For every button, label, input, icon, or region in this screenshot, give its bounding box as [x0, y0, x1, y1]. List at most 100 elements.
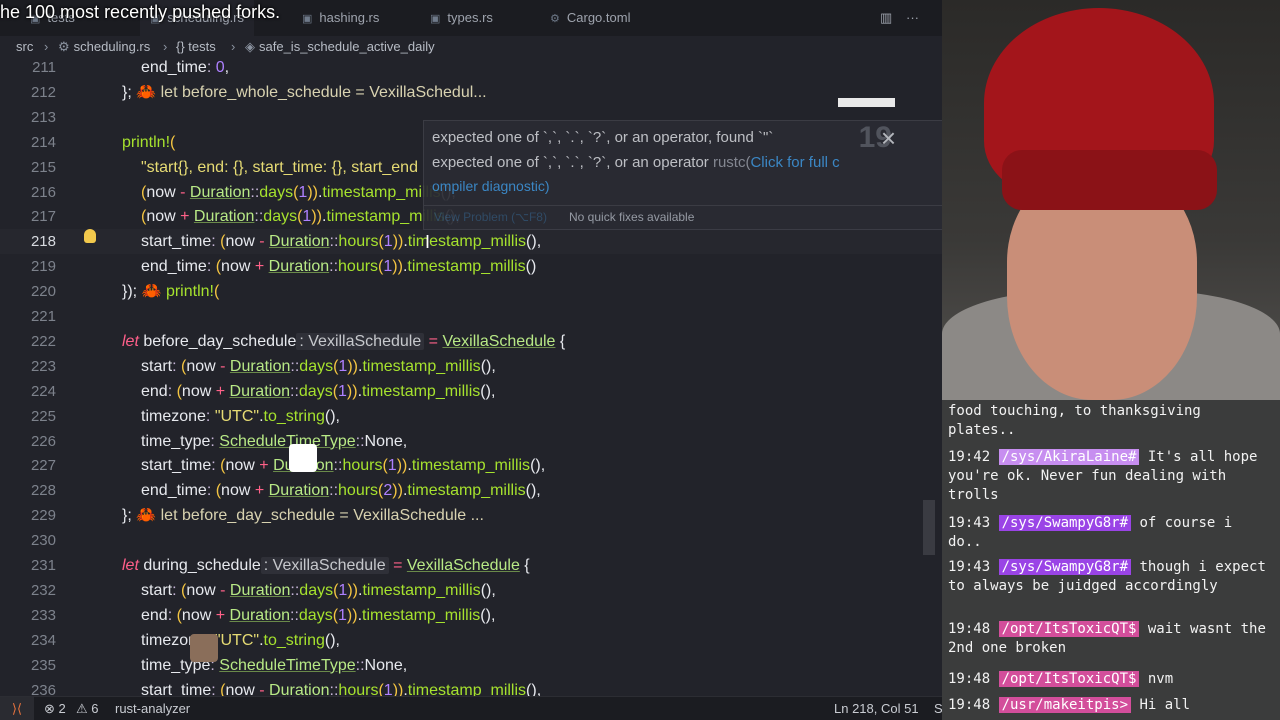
code-token: + [215, 606, 230, 624]
code-token: - [220, 581, 230, 599]
line-number: 226 [30, 432, 56, 450]
code-token: : [167, 606, 177, 624]
code-token: (), [324, 631, 340, 649]
close-icon[interactable]: × [881, 123, 896, 154]
code-line[interactable]: 230 [0, 528, 942, 553]
code-token: 1 [338, 382, 347, 400]
code-token: to_string [263, 407, 325, 425]
code-line[interactable]: 227start_time: (now + Duration::hours(1)… [0, 453, 942, 478]
code-token: hours [338, 233, 379, 251]
status-extra: S [934, 701, 942, 716]
code-token: timestamp_millis [362, 357, 481, 375]
line-number: 232 [30, 581, 56, 599]
chat-username[interactable]: /sys/SwampyG8r# [998, 515, 1132, 531]
lightbulb-icon[interactable] [84, 229, 96, 243]
tab-types[interactable]: ▣ types.rs [420, 0, 503, 36]
cursor-position[interactable]: Ln 218, Col 51 [834, 697, 919, 720]
line-number: 234 [30, 631, 56, 649]
language-server-status[interactable]: rust-analyzer [115, 697, 190, 720]
code-token: now [146, 183, 181, 201]
code-token: : VexillaSchedule [296, 332, 425, 350]
tab-hashing[interactable]: ▣ hashing.rs [292, 0, 389, 36]
code-token: 🦀 [131, 83, 161, 101]
code-text: end: (now + Duration::days(1)).timestamp… [141, 379, 495, 404]
code-token: ScheduleTimeType [219, 656, 356, 674]
chat-username[interactable]: /usr/makeitpis> [998, 697, 1132, 713]
line-number: 230 [30, 532, 56, 550]
line-number: 235 [30, 656, 56, 674]
code-line[interactable]: 235 time_type: ScheduleTimeType::None, [0, 653, 942, 678]
code-token: days [263, 208, 298, 226]
code-token: + [254, 258, 269, 276]
warnings-indicator[interactable]: ⚠ 6 [76, 697, 99, 720]
errors-indicator[interactable]: ⊗ 2 [44, 697, 66, 720]
code-line[interactable]: 231 let during_schedule: VexillaSchedule … [0, 553, 942, 578]
code-token: None, [364, 432, 408, 450]
code-token: - [180, 183, 190, 201]
line-number: 217 [30, 208, 56, 226]
code-token: now [221, 258, 255, 276]
code-token: :: [355, 432, 365, 450]
chat-username[interactable]: /opt/ItsToxicQT$ [998, 671, 1140, 687]
code-token: - [220, 357, 230, 375]
chat-avatar-badge [190, 634, 218, 662]
code-text: (now + Duration::days(1)).timestamp_mill… [141, 204, 460, 229]
code-line[interactable]: 225 timezone: "UTC".to_string(), [0, 404, 942, 429]
code-line[interactable]: 226 time_type: ScheduleTimeType::None, [0, 429, 942, 454]
code-token: now [225, 233, 260, 251]
code-token: : [172, 581, 182, 599]
code-token: start_time [141, 457, 212, 475]
code-token: end_time [141, 59, 207, 76]
chat-username[interactable]: /sys/AkiraLaine# [998, 449, 1140, 465]
code-line[interactable]: 211 end_time: 0, [0, 55, 942, 80]
code-line[interactable]: 218 start_time: (now - Duration::hours(1)… [0, 229, 942, 255]
code-token: + [215, 382, 230, 400]
code-token: (), [525, 482, 541, 500]
full-diagnostic-link-cont[interactable]: ompiler diagnostic) [432, 178, 550, 194]
code-token: VexillaSchedule [406, 557, 520, 574]
code-line[interactable]: 212}; 🦀 let before_whole_schedule = Vexi… [0, 80, 942, 105]
hover-message: expected one of `,`, `.`, `?`, or an ope… [432, 129, 774, 146]
code-line[interactable]: 221 [0, 304, 942, 329]
code-text: time_type: ScheduleTimeType::None, [141, 429, 407, 454]
line-number: 214 [30, 133, 56, 151]
chat-message: 19:48 /opt/ItsToxicQT$ wait wasnt the 2n… [948, 620, 1274, 658]
remote-icon[interactable]: ⟩⟨ [0, 697, 34, 720]
code-token: }); [122, 283, 138, 301]
code-token: (), [480, 382, 496, 400]
code-line[interactable]: 224 end: (now + Duration::days(1)).timest… [0, 379, 942, 404]
code-line[interactable]: 228 end_time: (now + Duration::hours(2)).… [0, 478, 942, 503]
code-token: Duration [193, 208, 255, 226]
code-token: end_time [141, 258, 207, 276]
full-diagnostic-link[interactable]: Click for full c [750, 154, 839, 171]
chat-username[interactable]: /sys/SwampyG8r# [998, 559, 1132, 575]
code-token: : [210, 432, 220, 450]
code-token: }; [122, 507, 132, 525]
chat-text: food touching, to thanksgiving plates.. [948, 403, 1201, 438]
line-number: 218 [30, 233, 56, 251]
code-line[interactable]: 229}; 🦀 let before_day_schedule = Vexill… [0, 503, 942, 528]
tab-cargo-toml[interactable]: ⚙ Cargo.toml [540, 0, 640, 36]
code-line[interactable]: 232 start: (now - Duration::days(1)).time… [0, 578, 942, 603]
code-line[interactable]: 222 let before_day_schedule: VexillaSched… [0, 329, 942, 354]
code-token: ScheduleTimeType [219, 432, 356, 450]
code-line[interactable]: 219 end_time: (now + Duration::hours(1)).… [0, 254, 942, 279]
more-actions-icon[interactable]: ··· [906, 10, 919, 25]
scrollbar-thumb[interactable] [923, 500, 935, 555]
code-token: days [299, 581, 334, 599]
chat-username[interactable]: /opt/ItsToxicQT$ [998, 621, 1140, 637]
code-token: { [519, 557, 530, 574]
code-line[interactable]: 220}); 🦀 println!( [0, 279, 942, 304]
code-text: }; 🦀 let before_whole_schedule = Vexilla… [122, 80, 487, 105]
chat-timestamp: 19:42 [948, 449, 999, 465]
code-line[interactable]: 223 start: (now - Duration::days(1)).time… [0, 354, 942, 379]
view-problem-link[interactable]: View Problem (⌥F8) [434, 210, 547, 224]
code-token: Duration [268, 482, 330, 500]
code-token: () [525, 258, 537, 276]
code-line[interactable]: 234 timezone: "UTC".to_string(), [0, 628, 942, 653]
code-token: timezone [141, 407, 206, 425]
code-token: (), [530, 457, 546, 475]
split-editor-icon[interactable]: ▥ [880, 10, 892, 26]
code-line[interactable]: 233 end: (now + Duration::days(1)).timest… [0, 603, 942, 628]
line-number: 225 [30, 407, 56, 425]
